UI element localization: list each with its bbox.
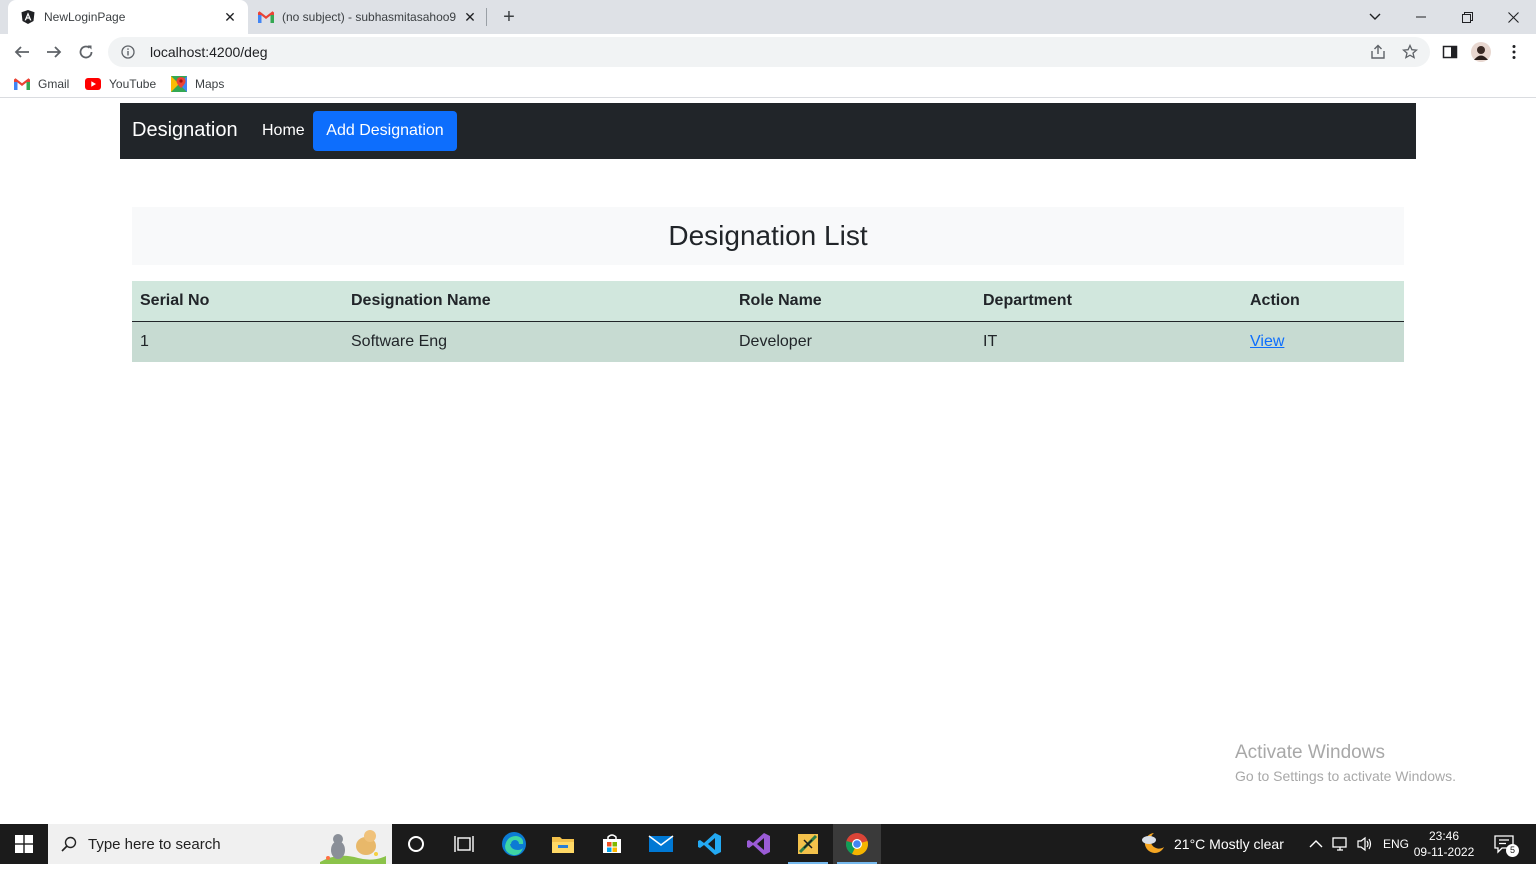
tab-gmail[interactable]: (no subject) - subhasmitasahoo9 ✕ — [250, 0, 486, 34]
bookmark-label: Maps — [195, 77, 225, 91]
file-explorer-icon[interactable] — [539, 824, 587, 864]
bookmark-youtube[interactable]: YouTube — [85, 75, 156, 93]
cell-department: IT — [975, 321, 1242, 362]
angular-icon — [20, 9, 36, 25]
cell-role: Developer — [731, 321, 975, 362]
tab-title: (no subject) - subhasmitasahoo9 — [282, 10, 457, 24]
notifications-icon[interactable]: 5 — [1494, 824, 1519, 864]
navbar-brand[interactable]: Designation — [132, 119, 238, 142]
minimize-button[interactable] — [1398, 0, 1444, 34]
tab-newloginpage[interactable]: NewLoginPage ✕ — [8, 0, 248, 34]
app-navbar: Designation Home Add Designation — [120, 103, 1416, 159]
vscode-icon[interactable] — [686, 824, 734, 864]
bookmark-label: YouTube — [109, 77, 157, 91]
watermark-subtitle: Go to Settings to activate Windows. — [1235, 768, 1456, 784]
col-role-name: Role Name — [731, 281, 975, 322]
back-arrow-icon[interactable] — [10, 40, 34, 64]
volume-icon[interactable] — [1356, 824, 1374, 864]
close-window-button[interactable] — [1490, 0, 1536, 34]
close-tab-icon[interactable]: ✕ — [222, 9, 238, 25]
maps-icon — [171, 76, 187, 92]
search-icon — [60, 835, 78, 853]
col-designation-name: Designation Name — [343, 281, 731, 322]
microsoft-store-icon[interactable] — [588, 824, 636, 864]
bookmark-star-icon[interactable] — [1400, 42, 1420, 62]
weather-text: 21°C Mostly clear — [1174, 836, 1284, 852]
view-link[interactable]: View — [1250, 333, 1284, 350]
tab-search-icon[interactable] — [1352, 0, 1398, 34]
page-title: Designation List — [668, 220, 868, 251]
watermark-title: Activate Windows — [1235, 742, 1385, 763]
activate-windows-watermark: Activate Windows Go to Settings to activ… — [1235, 742, 1456, 784]
col-serial-no: Serial No — [132, 281, 343, 322]
restore-button[interactable] — [1444, 0, 1490, 34]
cortana-icon[interactable] — [392, 824, 440, 864]
gmail-icon — [258, 9, 274, 25]
col-action: Action — [1242, 281, 1404, 322]
windows-taskbar: Type here to search 21°C Mostly clear EN… — [0, 824, 1536, 864]
menu-kebab-icon[interactable] — [1504, 42, 1524, 62]
table-header-row: Serial No Designation Name Role Name Dep… — [132, 281, 1404, 322]
forward-arrow-icon[interactable] — [42, 40, 66, 64]
search-highlight-pets-icon — [318, 826, 388, 869]
close-tab-icon[interactable]: ✕ — [462, 9, 478, 25]
cell-designation: Software Eng — [343, 321, 731, 362]
chrome-icon[interactable] — [833, 824, 881, 864]
clock-date: 09-11-2022 — [1413, 845, 1475, 859]
profile-avatar[interactable] — [1471, 42, 1491, 62]
new-tab-button[interactable]: + — [498, 6, 520, 28]
chevron-up-icon[interactable] — [1309, 824, 1323, 864]
task-view-icon[interactable] — [440, 824, 488, 864]
youtube-icon — [85, 77, 101, 91]
clock-time: 23:46 — [1428, 829, 1460, 843]
bookmarks-bar: Gmail YouTube Maps — [0, 70, 1536, 98]
windows-start-icon[interactable] — [0, 824, 48, 864]
bookmark-label: Gmail — [38, 77, 70, 91]
nav-home-link[interactable]: Home — [262, 122, 305, 140]
cell-serial: 1 — [132, 321, 343, 362]
side-panel-icon[interactable] — [1440, 42, 1460, 62]
visual-studio-icon[interactable] — [735, 824, 783, 864]
add-designation-button[interactable]: Add Designation — [313, 111, 457, 151]
search-placeholder: Type here to search — [88, 835, 221, 853]
mail-icon[interactable] — [637, 824, 685, 864]
edge-icon[interactable] — [490, 824, 538, 864]
network-icon[interactable] — [1332, 824, 1350, 864]
url-text: localhost:4200/deg — [150, 44, 268, 60]
taskbar-search-box[interactable]: Type here to search — [48, 824, 392, 864]
site-info-icon[interactable] — [120, 44, 136, 60]
page-title-box: Designation List — [132, 207, 1404, 265]
address-bar[interactable]: localhost:4200/deg — [108, 37, 1430, 67]
gmail-icon — [14, 77, 30, 91]
cell-action: View — [1242, 321, 1404, 362]
col-department: Department — [975, 281, 1242, 322]
share-icon[interactable] — [1368, 42, 1388, 62]
reload-icon[interactable] — [74, 40, 98, 64]
bookmark-gmail[interactable]: Gmail — [14, 75, 69, 93]
moon-cloud-icon — [1140, 831, 1166, 858]
language-indicator[interactable]: ENG — [1383, 824, 1409, 864]
tab-title: NewLoginPage — [44, 10, 126, 24]
tab-divider — [486, 8, 487, 26]
notification-badge: 5 — [1506, 844, 1519, 857]
bookmark-maps[interactable]: Maps — [171, 75, 224, 93]
browser-toolbar: localhost:4200/deg — [0, 34, 1536, 70]
designation-table: Serial No Designation Name Role Name Dep… — [132, 281, 1404, 362]
tab-strip: NewLoginPage ✕ (no subject) - subhasmita… — [0, 0, 1536, 34]
table-row: 1 Software Eng Developer IT View — [132, 321, 1404, 362]
weather-widget[interactable]: 21°C Mostly clear — [1140, 824, 1284, 864]
clock[interactable]: 23:46 09-11-2022 — [1412, 824, 1476, 864]
snip-sketch-icon[interactable] — [784, 824, 832, 864]
